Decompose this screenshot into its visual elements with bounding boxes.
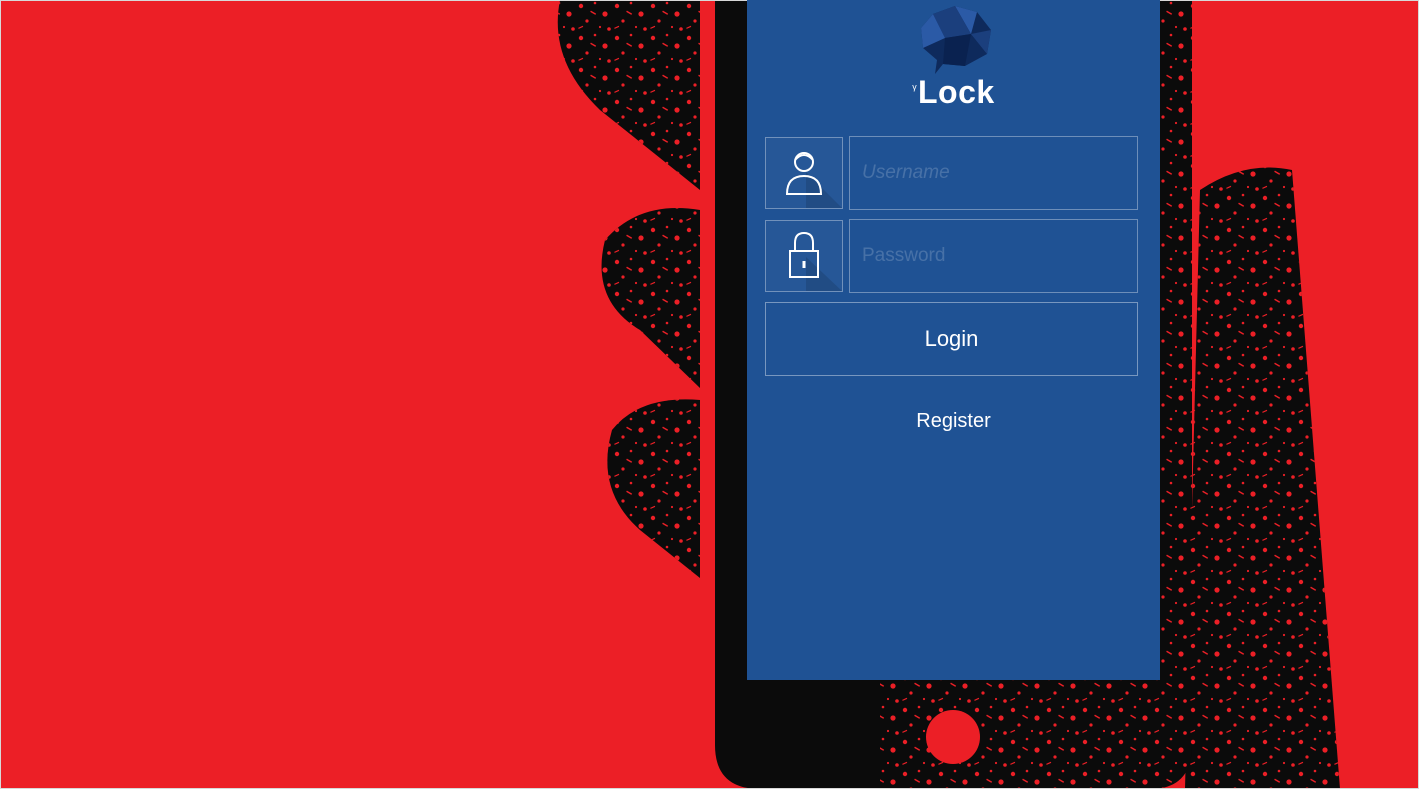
username-input[interactable]	[849, 136, 1138, 210]
chat-bubble-gem-icon	[921, 6, 991, 74]
phone-screen: ᵧLock Login Register	[747, 0, 1160, 680]
poster-illustration: ᵧLock Login Register	[0, 0, 1419, 789]
user-icon	[785, 152, 842, 208]
register-link[interactable]: Register	[747, 410, 1160, 433]
password-icon-box	[765, 220, 843, 292]
logo-prefix: ᵧ	[912, 77, 917, 92]
hand-holding-phone-illustration	[0, 0, 1419, 789]
logo-word: Lock	[918, 74, 995, 110]
login-button[interactable]: Login	[765, 302, 1138, 376]
app-logo: ᵧLock	[747, 0, 1160, 120]
app-name: ᵧLock	[747, 74, 1160, 111]
username-icon-box	[765, 137, 843, 209]
home-button	[926, 710, 980, 764]
phone-side-texture	[1160, 0, 1192, 680]
padlock-icon	[789, 231, 842, 291]
password-input[interactable]	[849, 219, 1138, 293]
